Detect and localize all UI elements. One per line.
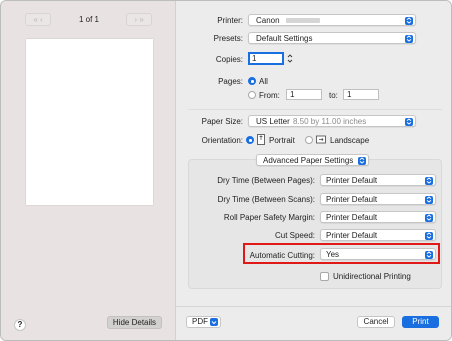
chevron-updown-icon bbox=[425, 231, 433, 240]
help-button[interactable]: ? bbox=[14, 319, 26, 331]
chevron-updown-icon bbox=[405, 117, 413, 126]
print-dialog: « ‹ 1 of 1 › » ? Hide Details Printer: C… bbox=[0, 0, 452, 341]
paper-size-label: Paper Size: bbox=[201, 117, 243, 126]
section-popup[interactable]: Advanced Paper Settings bbox=[256, 154, 369, 166]
pages-to-value: 1 bbox=[347, 90, 352, 99]
portrait-label: Portrait bbox=[269, 136, 295, 145]
first-page-icon[interactable]: « bbox=[33, 15, 37, 24]
pdf-menu-button[interactable]: PDF bbox=[186, 316, 221, 328]
copies-value: 1 bbox=[252, 54, 257, 63]
paper-size-popup[interactable]: US Letter 8.50 by 11.00 inches bbox=[248, 115, 416, 127]
chevron-updown-icon bbox=[405, 16, 413, 25]
hide-details-button[interactable]: Hide Details bbox=[107, 316, 162, 329]
roll-paper-margin-value: Printer Default bbox=[326, 213, 378, 222]
automatic-cutting-popup[interactable]: Yes bbox=[320, 248, 436, 260]
stepper-icon bbox=[287, 54, 293, 63]
prev-page-icon[interactable]: ‹ bbox=[40, 15, 43, 24]
orientation-label: Orientation: bbox=[201, 136, 243, 145]
paper-size-value: US Letter bbox=[256, 117, 290, 126]
automatic-cutting-value: Yes bbox=[326, 250, 340, 259]
cut-speed-popup[interactable]: Printer Default bbox=[320, 229, 436, 241]
next-page-icon[interactable]: › bbox=[134, 15, 137, 24]
dry-time-pages-value: Printer Default bbox=[326, 176, 378, 185]
copies-field[interactable]: 1 bbox=[248, 52, 284, 65]
copies-stepper[interactable] bbox=[286, 52, 294, 65]
pages-from-label: From: bbox=[259, 91, 280, 100]
chevron-updown-icon bbox=[425, 213, 433, 222]
automatic-cutting-label: Automatic Cutting: bbox=[249, 251, 315, 260]
cancel-button[interactable]: Cancel bbox=[357, 316, 395, 328]
cut-speed-label: Cut Speed: bbox=[274, 231, 315, 240]
unidirectional-checkbox[interactable] bbox=[320, 272, 329, 281]
paper-size-dims: 8.50 by 11.00 inches bbox=[293, 117, 367, 126]
landscape-icon bbox=[316, 134, 326, 145]
chevron-updown-icon bbox=[405, 34, 413, 43]
next-last-page-buttons[interactable]: › » bbox=[126, 13, 152, 26]
pages-range-radio[interactable] bbox=[248, 91, 256, 99]
portrait-icon bbox=[257, 134, 265, 145]
chevron-updown-icon bbox=[425, 176, 433, 185]
pages-all-label: All bbox=[259, 77, 268, 86]
unidirectional-label: Unidirectional Printing bbox=[333, 272, 411, 281]
roll-paper-margin-popup[interactable]: Printer Default bbox=[320, 211, 436, 223]
presets-value: Default Settings bbox=[256, 34, 313, 43]
page-preview bbox=[26, 39, 153, 205]
presets-label: Presets: bbox=[213, 34, 243, 43]
printer-label: Printer: bbox=[217, 16, 243, 25]
pages-all-radio[interactable] bbox=[248, 77, 256, 85]
preview-pane: « ‹ 1 of 1 › » ? Hide Details bbox=[1, 1, 176, 340]
pdf-label: PDF bbox=[192, 317, 208, 326]
dry-time-pages-popup[interactable]: Printer Default bbox=[320, 174, 436, 186]
print-button[interactable]: Print bbox=[402, 316, 439, 328]
section-divider bbox=[188, 109, 442, 110]
roll-paper-margin-label: Roll Paper Safety Margin: bbox=[223, 213, 315, 222]
landscape-radio[interactable] bbox=[305, 136, 313, 144]
cut-speed-value: Printer Default bbox=[326, 231, 378, 240]
dry-time-scans-popup[interactable]: Printer Default bbox=[320, 193, 436, 205]
landscape-label: Landscape bbox=[330, 136, 370, 145]
redacted-model-name bbox=[286, 18, 320, 23]
pages-to-field[interactable]: 1 bbox=[343, 89, 379, 100]
copies-label: Copies: bbox=[215, 55, 243, 64]
last-page-icon[interactable]: » bbox=[139, 15, 143, 24]
dry-time-scans-value: Printer Default bbox=[326, 195, 378, 204]
footer-separator bbox=[176, 306, 451, 307]
chevron-updown-icon bbox=[425, 250, 433, 259]
dry-time-pages-label: Dry Time (Between Pages): bbox=[217, 176, 315, 185]
portrait-radio[interactable] bbox=[246, 136, 254, 144]
section-value: Advanced Paper Settings bbox=[263, 156, 354, 165]
chevron-updown-icon bbox=[358, 156, 366, 165]
chevron-down-icon bbox=[210, 318, 218, 326]
chevron-updown-icon bbox=[425, 195, 433, 204]
first-prev-page-buttons[interactable]: « ‹ bbox=[25, 13, 51, 26]
pages-to-label: to: bbox=[329, 91, 338, 100]
pages-from-value: 1 bbox=[290, 90, 295, 99]
printer-popup[interactable]: Canon bbox=[248, 14, 416, 26]
pages-label: Pages: bbox=[218, 77, 243, 86]
page-counter: 1 of 1 bbox=[78, 15, 99, 24]
printer-value: Canon bbox=[256, 16, 280, 25]
presets-popup[interactable]: Default Settings bbox=[248, 32, 416, 44]
dry-time-scans-label: Dry Time (Between Scans): bbox=[217, 195, 315, 204]
pages-from-field[interactable]: 1 bbox=[286, 89, 322, 100]
